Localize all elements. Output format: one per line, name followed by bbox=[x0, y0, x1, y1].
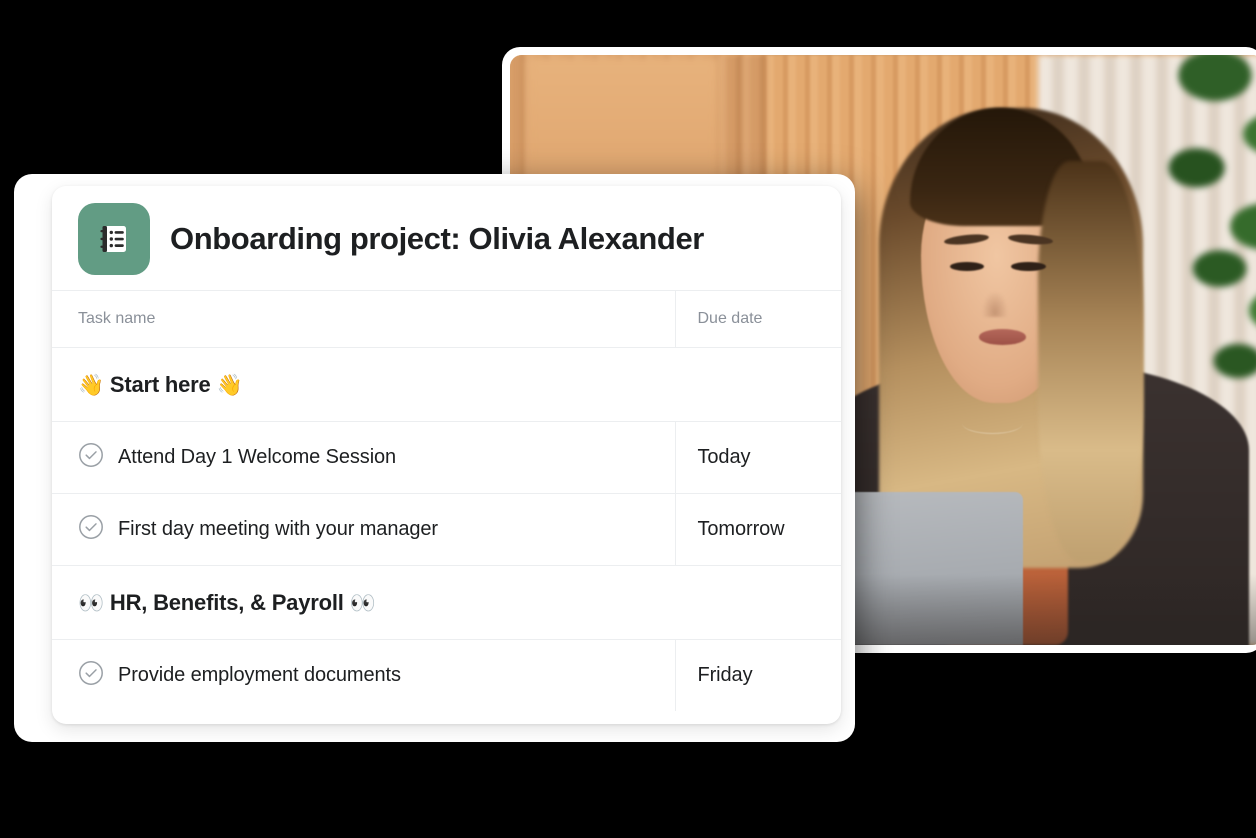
subject-necklace bbox=[962, 412, 1023, 434]
eyes-icon: 👀 bbox=[349, 591, 376, 615]
card-header: Onboarding project: Olivia Alexander bbox=[52, 186, 841, 290]
column-header-due-date: Due date bbox=[675, 290, 841, 348]
task-name-label: Attend Day 1 Welcome Session bbox=[118, 446, 397, 468]
subject-eye-right bbox=[1011, 261, 1047, 271]
section-header-cell: 👋 Start here 👋 bbox=[52, 347, 841, 422]
task-name-cell: Attend Day 1 Welcome Session bbox=[52, 421, 676, 494]
subject-lips bbox=[978, 329, 1026, 345]
table-row[interactable]: Provide employment documents Friday bbox=[52, 639, 841, 711]
table-row[interactable]: Attend Day 1 Welcome Session Today bbox=[52, 421, 841, 494]
notebook-list-icon bbox=[78, 203, 150, 275]
section-header-cell: 👀 HR, Benefits, & Payroll 👀 bbox=[52, 565, 841, 640]
task-table: Task name Due date 👋 Start here 👋 Attend… bbox=[52, 290, 841, 711]
subject-hair-right bbox=[1037, 161, 1144, 563]
section-title: Start here bbox=[109, 371, 211, 397]
task-card-frame: Onboarding project: Olivia Alexander Tas… bbox=[14, 174, 855, 742]
column-header-task-name: Task name bbox=[52, 290, 676, 348]
subject-hair-left bbox=[883, 173, 951, 527]
section-header-row[interactable]: 👀 HR, Benefits, & Payroll 👀 bbox=[52, 565, 841, 640]
waving-hand-icon: 👋 bbox=[216, 373, 243, 397]
table-header-row: Task name Due date bbox=[52, 290, 841, 348]
task-name-label: First day meeting with your manager bbox=[118, 518, 438, 540]
task-name-cell: Provide employment documents bbox=[52, 639, 676, 711]
subject-nose bbox=[982, 291, 1008, 317]
section-title: HR, Benefits, & Payroll bbox=[109, 589, 344, 615]
table-row[interactable]: First day meeting with your manager Tomo… bbox=[52, 493, 841, 566]
onboarding-task-card: Onboarding project: Olivia Alexander Tas… bbox=[52, 186, 841, 724]
due-date-cell[interactable]: Friday bbox=[675, 639, 841, 711]
waving-hand-icon: 👋 bbox=[78, 373, 104, 397]
task-name-label: Provide employment documents bbox=[118, 664, 401, 686]
task-table-body: 👋 Start here 👋 Attend Day 1 Welcome Sess… bbox=[52, 347, 841, 711]
subject-eye-left bbox=[949, 261, 985, 271]
due-date-cell[interactable]: Today bbox=[675, 421, 841, 494]
check-circle-icon[interactable] bbox=[78, 442, 104, 473]
check-circle-icon[interactable] bbox=[78, 514, 104, 545]
eyes-icon: 👀 bbox=[78, 591, 104, 615]
task-name-cell: First day meeting with your manager bbox=[52, 493, 676, 566]
check-circle-icon[interactable] bbox=[78, 660, 104, 691]
page-title: Onboarding project: Olivia Alexander bbox=[170, 221, 704, 256]
section-header-row[interactable]: 👋 Start here 👋 bbox=[52, 347, 841, 422]
due-date-cell[interactable]: Tomorrow bbox=[675, 493, 841, 566]
